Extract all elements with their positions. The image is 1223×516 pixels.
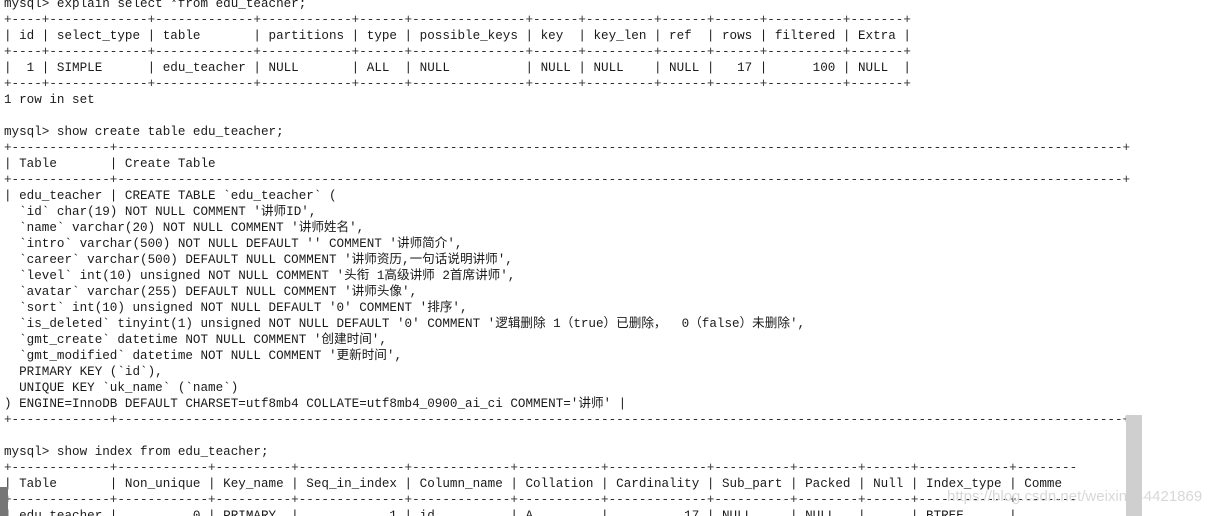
- console-line: `id` char(19) NOT NULL COMMENT '讲师ID',: [4, 205, 317, 219]
- console-line: +-------------+-------------------------…: [4, 141, 1131, 155]
- console-output: mysql> explain select *from edu_teacher;…: [4, 0, 1214, 516]
- console-line: UNIQUE KEY `uk_name` (`name`): [4, 381, 239, 395]
- horizontal-scrollbar-thumb[interactable]: [0, 487, 8, 516]
- console-line: | edu_teacher | CREATE TABLE `edu_teache…: [4, 189, 337, 203]
- console-line: `sort` int(10) unsigned NOT NULL DEFAULT…: [4, 301, 468, 315]
- console-line: | edu_teacher | 0 | PRIMARY | 1 | id | A…: [4, 509, 1017, 516]
- console-line: `gmt_create` datetime NOT NULL COMMENT '…: [4, 333, 387, 347]
- console-line: 1 row in set: [4, 93, 95, 107]
- console-line: | id | select_type | table | partitions …: [4, 29, 911, 43]
- console-line: `gmt_modified` datetime NOT NULL COMMENT…: [4, 349, 403, 363]
- console-line: `career` varchar(500) DEFAULT NULL COMME…: [4, 253, 513, 267]
- vertical-scrollbar[interactable]: [1126, 415, 1142, 516]
- console-line: | 1 | SIMPLE | edu_teacher | NULL | ALL …: [4, 61, 911, 75]
- console-line: `intro` varchar(500) NOT NULL DEFAULT ''…: [4, 237, 463, 251]
- console-line: +----+-------------+-------------+------…: [4, 13, 911, 27]
- console-line: mysql> explain select *from edu_teacher;: [4, 0, 307, 11]
- console-line: +----+-------------+-------------+------…: [4, 45, 911, 59]
- console-line: `level` int(10) unsigned NOT NULL COMMEN…: [4, 269, 516, 283]
- console-line: +-------------+------------+----------+-…: [4, 493, 1078, 507]
- console-line: +----+-------------+-------------+------…: [4, 77, 911, 91]
- console-line: `name` varchar(20) NOT NULL COMMENT '讲师姓…: [4, 221, 365, 235]
- mysql-terminal-window[interactable]: mysql> explain select *from edu_teacher;…: [0, 0, 1223, 516]
- console-line: mysql> show create table edu_teacher;: [4, 125, 284, 139]
- console-line: mysql> show index from edu_teacher;: [4, 445, 269, 459]
- console-line: `avatar` varchar(255) DEFAULT NULL COMME…: [4, 285, 418, 299]
- console-line: PRIMARY KEY (`id`),: [4, 365, 163, 379]
- console-line: | Table | Non_unique | Key_name | Seq_in…: [4, 477, 1063, 491]
- console-line: ) ENGINE=InnoDB DEFAULT CHARSET=utf8mb4 …: [4, 397, 627, 411]
- console-line: +-------------+-------------------------…: [4, 173, 1131, 187]
- console-line: `is_deleted` tinyint(1) unsigned NOT NUL…: [4, 317, 806, 331]
- console-line: +-------------+------------+----------+-…: [4, 461, 1078, 475]
- console-line: | Table | Create Table: [4, 157, 216, 171]
- console-line: +-------------+-------------------------…: [4, 413, 1131, 427]
